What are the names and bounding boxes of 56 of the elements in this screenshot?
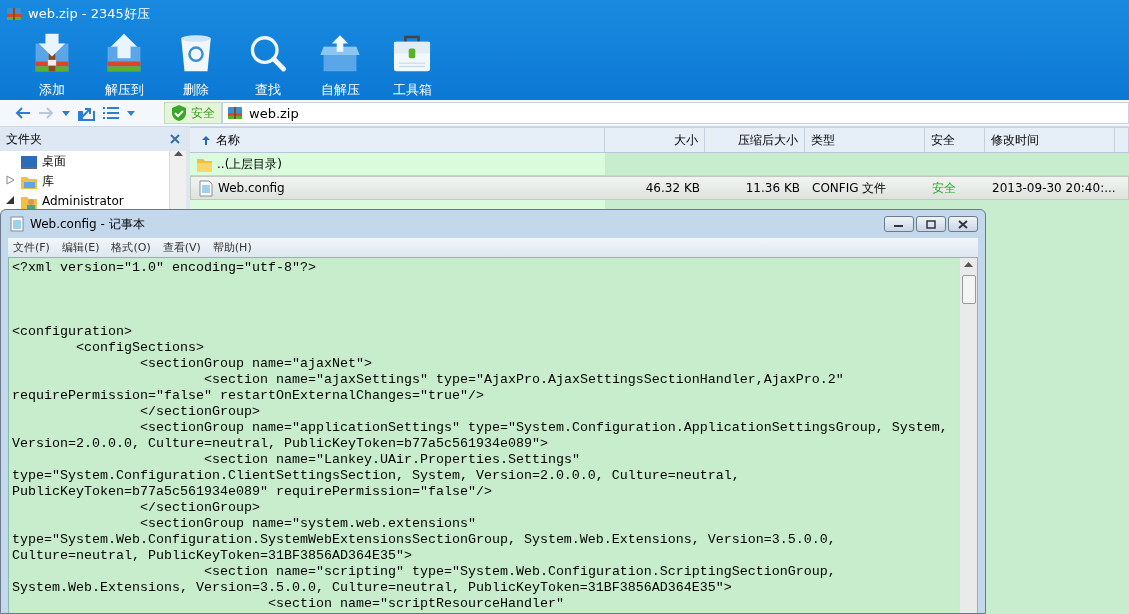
archive-icon [227,105,243,121]
shield-icon [171,104,187,122]
toolbar-button[interactable]: 自解压 [304,28,376,100]
menu-item[interactable]: 文件(F) [8,240,55,255]
menu-item[interactable]: 编辑(E) [56,240,105,255]
window-title: web.zip - 2345好压 [28,5,150,23]
column-header[interactable]: 压缩后大小 [738,131,798,149]
toolbar-button[interactable]: 工具箱 [376,28,448,100]
minimize-button[interactable] [884,216,914,232]
back-icon[interactable] [14,105,31,121]
table-cell: 安全 [932,179,956,197]
security-badge: 安全 [164,102,222,124]
pane-title: 文件夹 [6,130,42,148]
sort-ascending-icon [202,135,210,145]
tree-item[interactable]: 库 [42,172,54,190]
list-view-icon[interactable] [102,105,120,121]
table-cell: 2013-09-30 20:40:... [992,181,1116,195]
column-header[interactable]: 修改时间 [991,131,1039,149]
notepad-icon [10,216,24,232]
close-icon [958,219,968,229]
selected-row[interactable]: Web.config 46.32 KB 11.36 KB CONFIG 文件 安全 2013-09-30 20:40:... [190,176,1129,200]
column-header[interactable]: 名称 [216,131,240,149]
toolbar-button[interactable]: 查找 [232,28,304,100]
maximize-button[interactable] [916,216,946,232]
toolbar-button[interactable]: 添加 [16,28,88,100]
menu-item[interactable]: 帮助(H) [207,240,257,255]
caret-icon[interactable] [127,110,135,116]
column-header[interactable]: 类型 [811,131,835,149]
file-row[interactable]: ..(上层目录) [190,153,1129,176]
menu-item[interactable]: 查看(V) [157,240,206,255]
up-folder-icon[interactable] [77,105,95,121]
maximize-icon [926,219,936,229]
toolbar-button[interactable]: 解压到 [88,28,160,100]
table-cell: CONFIG 文件 [812,179,887,197]
address-path[interactable]: web.zip [249,105,299,121]
document-icon [197,179,214,197]
column-header[interactable]: 大小 [674,131,698,149]
close-icon[interactable] [170,134,180,144]
archive-icon [6,6,22,22]
tree-item[interactable]: Administrator [42,194,124,208]
scrollbar[interactable] [959,258,977,613]
table-cell: 11.36 KB [745,181,800,195]
scrollbar-thumb[interactable] [961,275,976,304]
scroll-up-icon [964,262,973,267]
tree-item[interactable]: 桌面 [42,152,66,170]
expanded-arrow-icon[interactable] [6,195,15,205]
file-name: Web.config [218,181,285,195]
file-name: ..(上层目录) [217,155,282,173]
menu-item[interactable]: 格式(O) [106,240,156,255]
toolbar-button[interactable]: 删除 [160,28,232,100]
caret-icon[interactable] [62,110,70,116]
close-button[interactable] [948,216,978,232]
column-header[interactable]: 安全 [931,131,955,149]
table-cell: 46.32 KB [645,181,700,195]
collapsed-arrow-icon[interactable] [6,175,15,185]
window-title: Web.config - 记事本 [30,215,146,233]
